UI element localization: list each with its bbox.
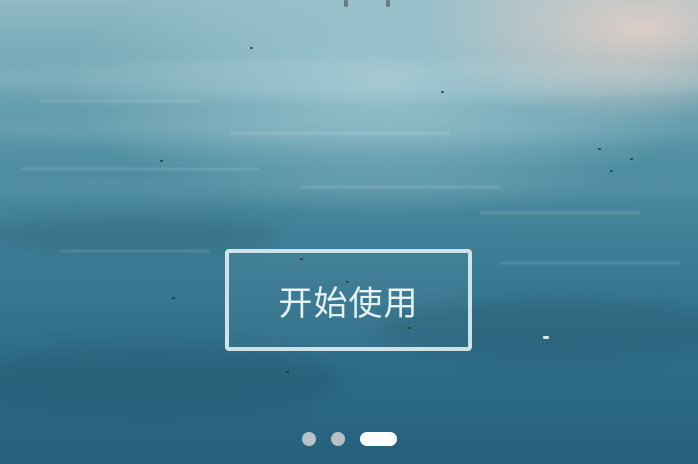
start-button-label: 开始使用: [278, 283, 419, 324]
page-dot-1[interactable]: [302, 432, 316, 446]
page-dot-2[interactable]: [331, 432, 345, 446]
onboarding-screen: 开始使用: [0, 0, 698, 464]
page-indicator: [302, 432, 397, 446]
start-button[interactable]: 开始使用: [225, 249, 472, 351]
page-dot-3-active[interactable]: [360, 432, 397, 446]
distant-figures: [342, 0, 392, 8]
